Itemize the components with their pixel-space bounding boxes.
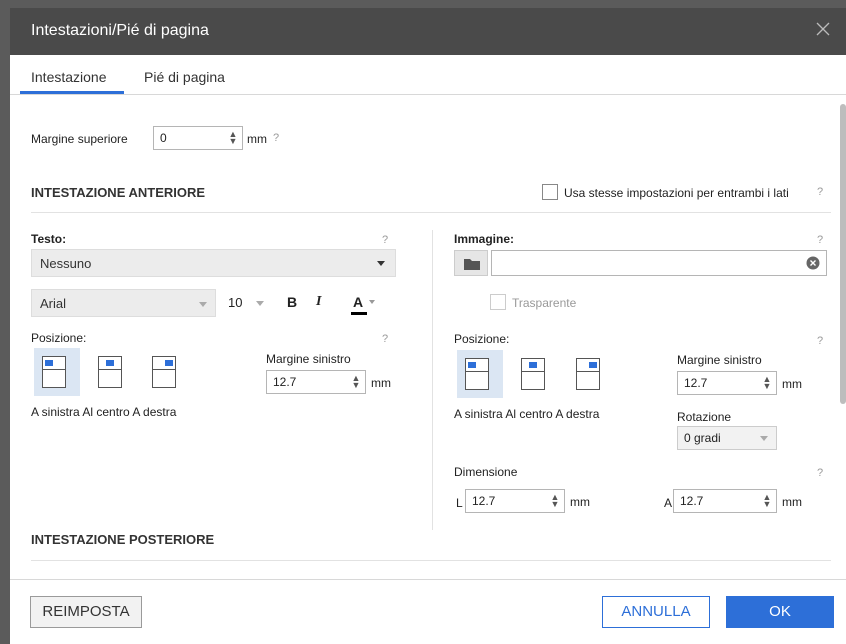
text-left-margin-unit: mm [371, 376, 391, 390]
help-icon[interactable]: ? [382, 333, 388, 345]
dialog-titlebar: Intestazioni/Pié di pagina [10, 8, 846, 55]
align-left-icon [42, 356, 66, 388]
image-position-label: Posizione: [454, 332, 510, 346]
font-select-value: Arial [40, 296, 67, 311]
image-label: Immagine: [454, 232, 515, 246]
spinner-icon[interactable]: ▲ ▼ [550, 493, 560, 509]
align-center-icon [521, 358, 545, 390]
column-divider [432, 230, 433, 530]
image-position-center-button[interactable] [513, 350, 559, 398]
image-position-right-button[interactable] [568, 350, 614, 398]
cancel-button[interactable]: ANNULLA [602, 596, 710, 628]
image-width-input[interactable]: 12.7 ▲ ▼ [465, 489, 565, 513]
spinner-icon[interactable]: ▲ ▼ [351, 374, 361, 390]
image-width-unit: mm [570, 495, 590, 509]
footer-divider [10, 579, 846, 580]
back-header-title: INTESTAZIONE POSTERIORE [31, 532, 215, 547]
chevron-down-icon[interactable] [369, 300, 375, 304]
text-position-center-button[interactable] [90, 348, 136, 396]
align-right-icon [152, 356, 176, 388]
help-icon[interactable]: ? [817, 186, 823, 198]
spinner-icon[interactable]: ▲ ▼ [228, 130, 238, 146]
align-right-icon [576, 358, 600, 390]
text-select-value: Nessuno [40, 256, 92, 271]
font-select[interactable]: Arial [31, 289, 216, 317]
image-path-input[interactable] [491, 250, 827, 276]
text-label: Testo: [31, 232, 67, 246]
font-color-swatch [351, 312, 367, 315]
text-left-margin-label: Margine sinistro [266, 352, 351, 366]
tab-header[interactable]: Intestazione [31, 69, 107, 85]
same-settings-checkbox[interactable] [542, 184, 558, 200]
top-margin-unit: mm [247, 132, 267, 146]
font-size-select[interactable]: 10 [228, 295, 242, 310]
same-settings-label: Usa stesse impostazioni per entrambi i l… [564, 186, 789, 200]
close-icon[interactable] [816, 22, 830, 36]
divider [31, 560, 831, 561]
top-margin-input[interactable]: 0 ▲ ▼ [153, 126, 243, 150]
rotation-select[interactable]: 0 gradi [677, 426, 777, 450]
font-color-button[interactable]: A [353, 294, 363, 310]
scrollbar[interactable] [840, 104, 846, 404]
rotation-label: Rotazione [677, 410, 732, 424]
help-icon[interactable]: ? [817, 234, 823, 246]
image-position-options: A sinistra Al centro A destra [454, 407, 600, 421]
chevron-down-icon[interactable] [256, 301, 264, 306]
chevron-down-icon [760, 436, 768, 441]
image-height-unit: mm [782, 495, 802, 509]
align-center-icon [98, 356, 122, 388]
text-position-left-button[interactable] [34, 348, 80, 396]
height-prefix: A [664, 496, 673, 510]
text-position-right-button[interactable] [144, 348, 190, 396]
dimension-label: Dimensione [454, 465, 518, 479]
image-left-margin-value: 12.7 [684, 376, 708, 390]
image-left-margin-unit: mm [782, 377, 802, 391]
image-left-margin-label: Margine sinistro [677, 353, 762, 367]
reset-button[interactable]: REIMPOSTA [30, 596, 142, 628]
divider [31, 212, 831, 213]
help-icon[interactable]: ? [273, 132, 279, 144]
top-margin-label: Margine superiore [31, 132, 128, 146]
spinner-icon[interactable]: ▲ ▼ [762, 375, 772, 391]
width-prefix: L [456, 496, 463, 510]
ok-button[interactable]: OK [726, 596, 834, 628]
image-height-input[interactable]: 12.7 ▲ ▼ [673, 489, 777, 513]
image-width-value: 12.7 [472, 494, 496, 508]
image-position-left-button[interactable] [457, 350, 503, 398]
bold-button[interactable]: B [287, 294, 297, 310]
transparent-label: Trasparente [512, 296, 577, 310]
help-icon[interactable]: ? [817, 467, 823, 479]
text-select[interactable]: Nessuno [31, 249, 396, 277]
active-tab-indicator [20, 91, 124, 94]
rotation-value: 0 gradi [684, 431, 721, 445]
tab-footer[interactable]: Pié di pagina [144, 69, 225, 85]
help-icon[interactable]: ? [382, 234, 388, 246]
browse-image-button[interactable] [454, 250, 488, 276]
dialog-title: Intestazioni/Pié di pagina [31, 22, 209, 39]
clear-icon[interactable] [806, 256, 820, 270]
italic-button[interactable]: I [316, 294, 321, 310]
transparent-checkbox[interactable] [490, 294, 506, 310]
spinner-icon[interactable]: ▲ ▼ [762, 493, 772, 509]
text-left-margin-input[interactable]: 12.7 ▲ ▼ [266, 370, 366, 394]
help-icon[interactable]: ? [817, 335, 823, 347]
front-header-title: INTESTAZIONE ANTERIORE [31, 185, 206, 200]
folder-icon [464, 259, 480, 270]
align-left-icon [465, 358, 489, 390]
text-position-options: A sinistra Al centro A destra [31, 405, 177, 419]
image-left-margin-input[interactable]: 12.7 ▲ ▼ [677, 371, 777, 395]
image-height-value: 12.7 [680, 494, 704, 508]
text-left-margin-value: 12.7 [273, 375, 297, 389]
chevron-down-icon [377, 261, 385, 266]
text-position-label: Posizione: [31, 331, 87, 345]
chevron-down-icon [199, 302, 207, 307]
header-footer-dialog: Intestazioni/Pié di pagina Intestazione … [10, 8, 846, 644]
tab-bar: Intestazione Pié di pagina [10, 55, 846, 95]
top-margin-value: 0 [160, 131, 167, 145]
